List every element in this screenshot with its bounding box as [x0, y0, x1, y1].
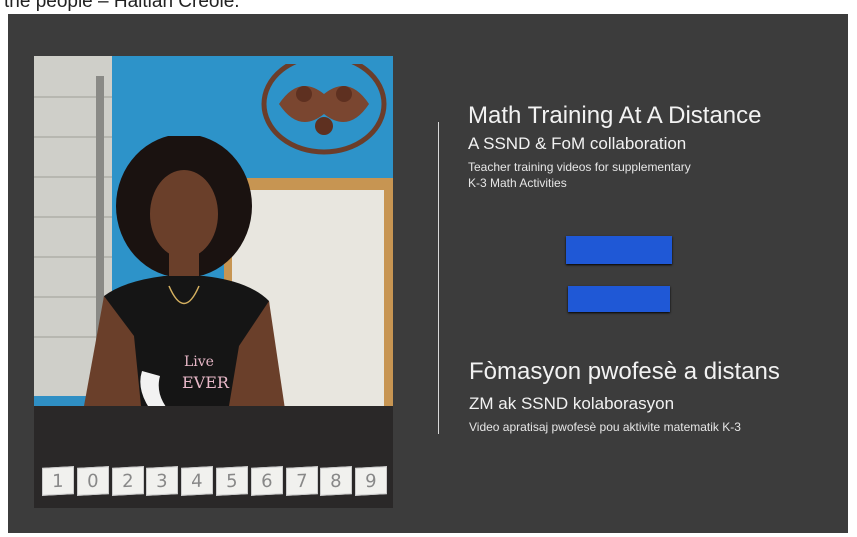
- english-description-line1: Teacher training videos for supplementar…: [468, 160, 691, 174]
- vertical-divider: [438, 122, 439, 434]
- teacher-photo: Live EVER 1023456789: [34, 56, 393, 508]
- creole-title: Fòmasyon pwofesè a distans: [469, 358, 780, 385]
- creole-subtitle: ZM ak SSND kolaborasyon: [469, 394, 675, 413]
- page-caption: the people – Haitian Creole.: [4, 0, 240, 12]
- number-card: 8: [320, 466, 353, 496]
- shirt-text-top: Live: [184, 354, 214, 370]
- number-card: 0: [76, 466, 109, 496]
- number-card: 3: [146, 466, 179, 496]
- number-card: 7: [285, 466, 318, 496]
- english-title: Math Training At A Distance: [468, 102, 762, 129]
- creole-description: Video apratisaj pwofesè pou aktivite mat…: [469, 420, 741, 434]
- number-card: 2: [111, 466, 144, 496]
- number-card: 5: [215, 466, 248, 496]
- number-card: 6: [250, 466, 283, 496]
- presentation-slide: Live EVER 1023456789 Math Training At A …: [8, 14, 848, 533]
- number-card: 4: [181, 466, 213, 496]
- equals-bar-bottom: [568, 286, 670, 312]
- shirt-text-bottom: EVER: [182, 373, 230, 392]
- number-card: 9: [355, 466, 387, 496]
- equals-bar-top: [566, 236, 672, 264]
- number-cards: 1023456789: [42, 461, 387, 501]
- english-subtitle: A SSND & FoM collaboration: [468, 134, 687, 153]
- number-card: 1: [42, 466, 74, 496]
- english-description-line2: K-3 Math Activities: [468, 176, 567, 190]
